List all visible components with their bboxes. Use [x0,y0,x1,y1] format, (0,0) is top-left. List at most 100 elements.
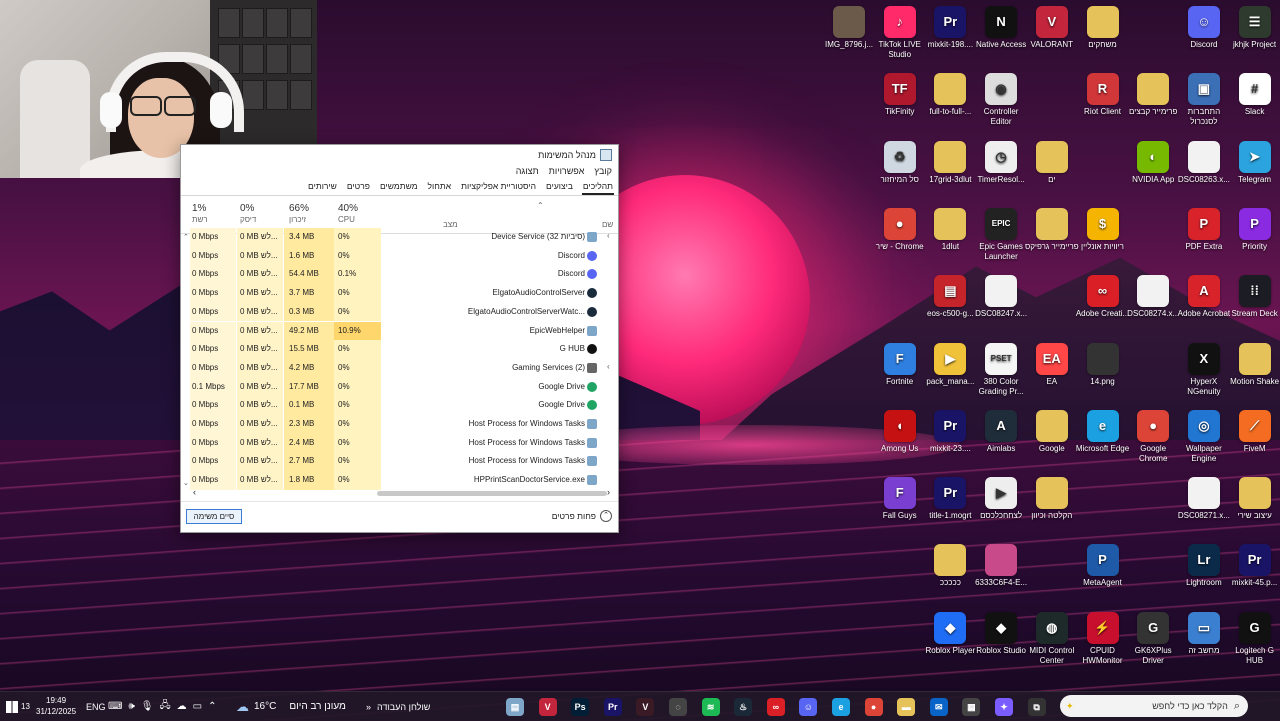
process-row[interactable]: 0 Mbps 0 MB לש... 49.2 MB 10.9% EpicWebHelpe… [181,321,618,341]
desktop-icon[interactable]: ☰ jkhjk Project [1228,6,1280,50]
desktop-icon[interactable]: ▣ התחברות לסנכרול [1177,73,1231,127]
desktop-icon[interactable]: ◍ MIDI Control Center [1025,611,1079,666]
process-row[interactable]: 0 Mbps 0 MB לש... 0.3 MB 0% ElgatoAudioContr… [181,302,618,322]
desktop-icon[interactable]: EPIC Epic Games Launcher [974,207,1028,262]
process-row[interactable]: 0 Mbps 0 MB לש... 2.4 MB 0% Host Process for… [181,433,618,453]
desktop-icon[interactable]: DSC08271.x... [1177,477,1231,521]
desktop-icon[interactable]: A Adobe Acrobat [1177,275,1231,319]
menu-file[interactable]: קובץ [594,166,612,176]
creative-cloud-taskbar-icon[interactable]: ∞ [766,698,785,716]
desktop-icon[interactable]: N Native Access [974,6,1028,50]
scroll-left-icon[interactable]: ‹ [193,487,196,497]
desktop-icon[interactable]: TF TikFinity [873,73,927,117]
process-row[interactable]: 0 Mbps 0 MB לש... 0.1 MB 0% Google Drive [181,396,618,415]
desktop-icon[interactable]: Pr mixkit-23.... [923,409,977,454]
task-manager-icon[interactable]: ▤ [506,698,524,716]
search-input[interactable]: ⌕ הקלד כאן כדי לחפש ✦ [1060,695,1248,717]
menu-options[interactable]: אפשרויות [549,166,585,176]
tab-app-history[interactable]: היסטוריית אפליקציות [460,181,537,195]
expand-chevron-icon[interactable]: ‹ [607,362,610,371]
tab-performance[interactable]: ביצועים [545,181,574,195]
desktop-icon[interactable]: ● שיר - Chrome [873,207,927,252]
desktop-icon[interactable]: ים [1025,140,1079,185]
volume-icon[interactable]: 🕪 [128,701,134,712]
desktop-icon[interactable]: ▤ eos-c500-g... [923,275,977,319]
desktop-icon[interactable]: full-to-full-... [923,73,977,117]
desktop-icon[interactable]: ☺ Discord [1177,6,1231,50]
desktop-icon[interactable]: IMG_8796.j... [822,6,876,50]
language-indicator[interactable]: ENG [86,692,106,721]
desktop-icon[interactable]: Motion Shake [1228,342,1280,387]
desktop-icon[interactable]: הקלטה וכיוון [1025,477,1079,521]
desktop-icon[interactable]: Pr mixkit-198.... [923,6,977,50]
discord-taskbar-icon[interactable]: ☺ [799,698,818,716]
process-row[interactable]: 0 Mbps 0 MB לש... 54.4 MB 0.1% Discord [181,265,618,285]
end-task-button[interactable]: סיים משימה [186,509,242,524]
store-icon[interactable]: ▦ [962,698,981,716]
desktop-icon[interactable]: ⟋ FiveM [1228,409,1280,454]
process-row[interactable]: 0 Mbps 0 MB לש... 2.7 MB 0% Host Process for… [181,452,618,472]
horizontal-scroll-thumb[interactable] [377,491,607,496]
process-row[interactable]: 0 Mbps 0 MB לש... 1.8 MB 0% HPPrintScanDocto… [181,471,618,490]
tab-services[interactable]: שירותים [307,181,338,195]
desktop-icon[interactable]: ◆ Roblox Player [923,611,977,656]
cloud-sync-icon[interactable]: ☁ [177,701,187,712]
desktop-icon[interactable]: Pr title-1.mogrt [923,477,977,521]
desktop-icon[interactable]: ▶ pack_mana... [923,342,977,387]
mail-icon[interactable]: ✉ [929,698,948,716]
desktop-icon[interactable]: ▭ מחשב זה [1177,611,1231,656]
desktop-icon[interactable]: ➤ Telegram [1228,140,1280,185]
desktop-icon[interactable]: Google [1025,409,1079,454]
microphone-icon[interactable]: 🎙 [141,701,154,712]
process-row[interactable]: 0.1 Mbps 0 MB לש... 17.7 MB 0% Google Drive [181,377,618,397]
desktop-icon[interactable]: e Microsoft Edge [1076,409,1130,454]
tab-details[interactable]: פרטים [346,181,371,195]
fewer-details-button[interactable]: ⌃ פחות פרטים [552,510,612,522]
photoshop-icon[interactable]: Ps [571,698,590,716]
desktop-icon[interactable]: P PDF Extra [1177,207,1231,252]
edge-taskbar-icon[interactable]: e [832,698,850,716]
desktop-icon[interactable]: 1dlut [923,207,977,252]
desktop-icon[interactable]: משחקים [1076,6,1130,50]
valorant-tray-icon[interactable]: V [538,698,557,716]
scroll-right-icon[interactable]: › [607,487,610,497]
horizontal-scrollbar[interactable]: ‹ › [193,487,610,498]
process-row[interactable]: 0 Mbps 0 MB לש... 3.4 MB 0% Device Service (… [181,228,618,247]
tab-users[interactable]: משתמשים [379,181,419,195]
desktop-icon[interactable]: ◖ Among Us [873,409,927,454]
file-explorer-icon[interactable]: ▬ [897,698,916,716]
copilot-icon[interactable]: ✦ [995,698,1013,716]
process-row[interactable]: 0 Mbps 0 MB לש... 2.3 MB 0% Host Process for… [181,415,618,434]
desktop-icon[interactable]: ⁞⁞ Stream Deck [1228,275,1280,319]
chatgpt-icon[interactable]: ◌ [669,698,687,716]
desktop-icon[interactable]: ♻ סל המיחזור [873,140,927,185]
desktop-icon[interactable]: פריימייר גרפיקס [1025,207,1079,252]
process-row[interactable]: 0 Mbps 0 MB לש... 15.5 MB 0% G HUB [181,340,618,359]
desktop-icon[interactable]: ◎ Wallpaper Engine [1177,409,1231,464]
desktop-icon[interactable]: P Priority [1228,207,1280,252]
column-cpu[interactable]: 40% CPU [338,203,358,224]
desktop-icon[interactable]: A Aimlabs [974,409,1028,454]
desktop-icon[interactable]: ∞ Adobe Creati... [1076,275,1130,319]
process-row[interactable]: 0 Mbps 0 MB לש... 1.6 MB 0% Discord [181,246,618,266]
desktop-icon[interactable]: G Logitech G HUB [1228,611,1280,666]
desktop-icon[interactable]: Lr Lightroom [1177,544,1231,588]
desktop-icon[interactable]: Pr mixkit-45.p... [1228,544,1280,588]
network-icon[interactable]: 🖧 [159,698,170,715]
desktop-icon[interactable]: ◷ TimerResol... [974,140,1028,185]
desktop-icon[interactable]: ▶ לצחחכלכסם [974,477,1028,521]
desktop-icon[interactable]: ◉ Controller Editor [974,73,1028,127]
premiere-taskbar-icon[interactable]: Pr [603,698,622,716]
expand-chevron-icon[interactable]: ‹ [607,231,610,240]
column-memory[interactable]: 66% זיכרון [289,203,309,224]
desktop-icon[interactable]: # Slack [1228,73,1280,117]
weather-widget[interactable]: ☁ 16°C מעונן רב היום [236,692,346,721]
spotify-icon[interactable]: ≋ [701,698,720,716]
desktop-icon[interactable]: פרימייר קבצים [1126,73,1180,117]
desktop-icon[interactable]: ♪ TikTok LIVE Studio [873,6,927,60]
desktop-icon[interactable]: DSC08247.x... [974,275,1028,319]
desktop-icon[interactable]: X HyperX NGenuity [1177,342,1231,397]
desktop-icon[interactable]: EA EA [1025,342,1079,387]
desktop-icon[interactable]: $ ריוויות אונליין [1076,207,1130,252]
keyboard-icon[interactable]: ⌨ [108,701,122,712]
